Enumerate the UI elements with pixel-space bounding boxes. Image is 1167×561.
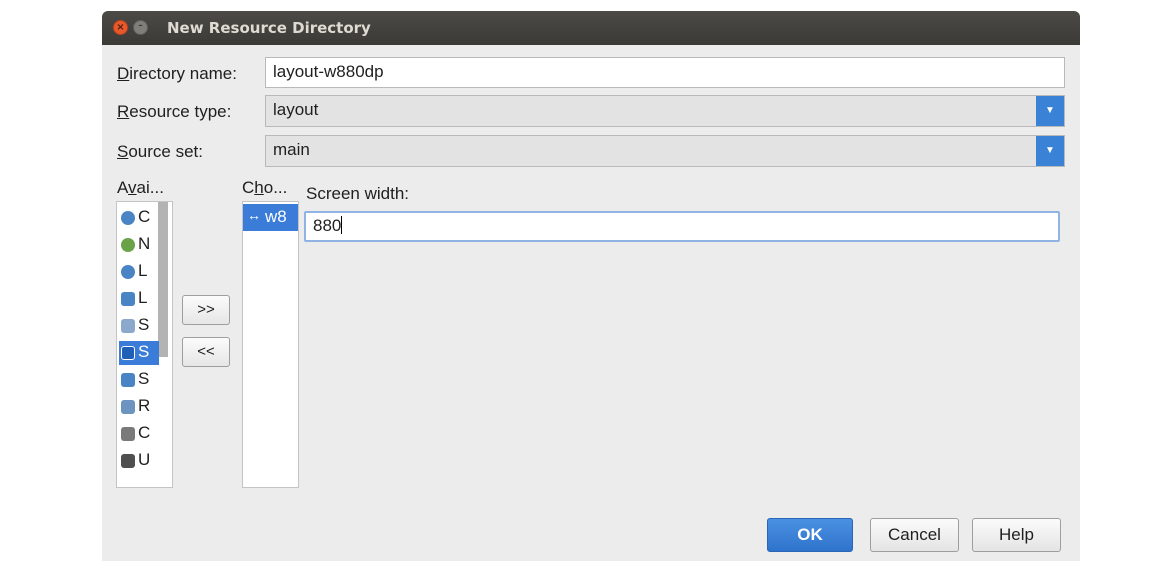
list-item[interactable]: R: [119, 395, 159, 419]
list-item[interactable]: N: [119, 233, 159, 257]
new-resource-directory-dialog: × – New Resource Directory Directory nam…: [102, 11, 1080, 561]
list-item[interactable]: S: [119, 341, 159, 365]
screen-width-input[interactable]: 880: [304, 211, 1060, 242]
chosen-qualifiers-label: Cho...: [242, 178, 288, 197]
resource-type-select[interactable]: layout ▼: [265, 95, 1065, 127]
source-set-select[interactable]: main ▼: [265, 135, 1065, 167]
available-qualifiers-label: Avai...: [117, 178, 164, 197]
chevron-down-icon[interactable]: ▼: [1036, 136, 1064, 166]
orientation-icon: [121, 427, 135, 441]
directory-name-input[interactable]: layout-w880dp: [265, 57, 1065, 88]
dialog-title: New Resource Directory: [167, 19, 371, 37]
available-qualifiers-list[interactable]: C N L L S S S R C U: [116, 201, 173, 488]
add-qualifier-button[interactable]: >>: [182, 295, 230, 325]
list-item[interactable]: S: [119, 368, 159, 392]
globe-network-icon: [121, 238, 135, 252]
source-set-label: Source set:: [117, 142, 203, 161]
list-item[interactable]: S: [119, 314, 159, 338]
resource-type-label: Resource type:: [117, 102, 232, 121]
list-item[interactable]: L: [119, 287, 159, 311]
screen-size-icon: [121, 373, 135, 387]
scrollbar[interactable]: [158, 202, 168, 357]
chosen-qualifiers-list[interactable]: ↔ w8: [242, 201, 299, 488]
list-item[interactable]: C: [119, 206, 159, 230]
minimize-icon[interactable]: –: [133, 20, 148, 35]
smallest-width-icon: [121, 319, 135, 333]
close-icon[interactable]: ×: [113, 20, 128, 35]
directory-name-label: Directory name:: [117, 64, 237, 83]
screen-width-icon: ↔: [247, 207, 261, 223]
help-button[interactable]: Help: [972, 518, 1061, 552]
list-item[interactable]: L: [119, 260, 159, 284]
cancel-button[interactable]: Cancel: [870, 518, 959, 552]
screen-width-label: Screen width:: [306, 184, 409, 203]
title-bar[interactable]: × – New Resource Directory: [102, 11, 1080, 45]
resource-type-value: layout: [273, 100, 319, 119]
chevron-down-icon[interactable]: ▼: [1036, 96, 1064, 126]
ratio-icon: [121, 400, 135, 414]
remove-qualifier-button[interactable]: <<: [182, 337, 230, 367]
source-set-value: main: [273, 140, 310, 159]
globe-icon: [121, 265, 135, 279]
list-item[interactable]: C: [119, 422, 159, 446]
ui-mode-icon: [121, 454, 135, 468]
text-caret: [341, 216, 343, 234]
globe-cog-icon: [121, 211, 135, 225]
layout-direction-icon: [121, 292, 135, 306]
list-item[interactable]: U: [119, 449, 159, 473]
list-item[interactable]: ↔ w8: [243, 204, 298, 231]
ok-button[interactable]: OK: [767, 518, 853, 552]
screen-height-icon: [121, 346, 135, 360]
